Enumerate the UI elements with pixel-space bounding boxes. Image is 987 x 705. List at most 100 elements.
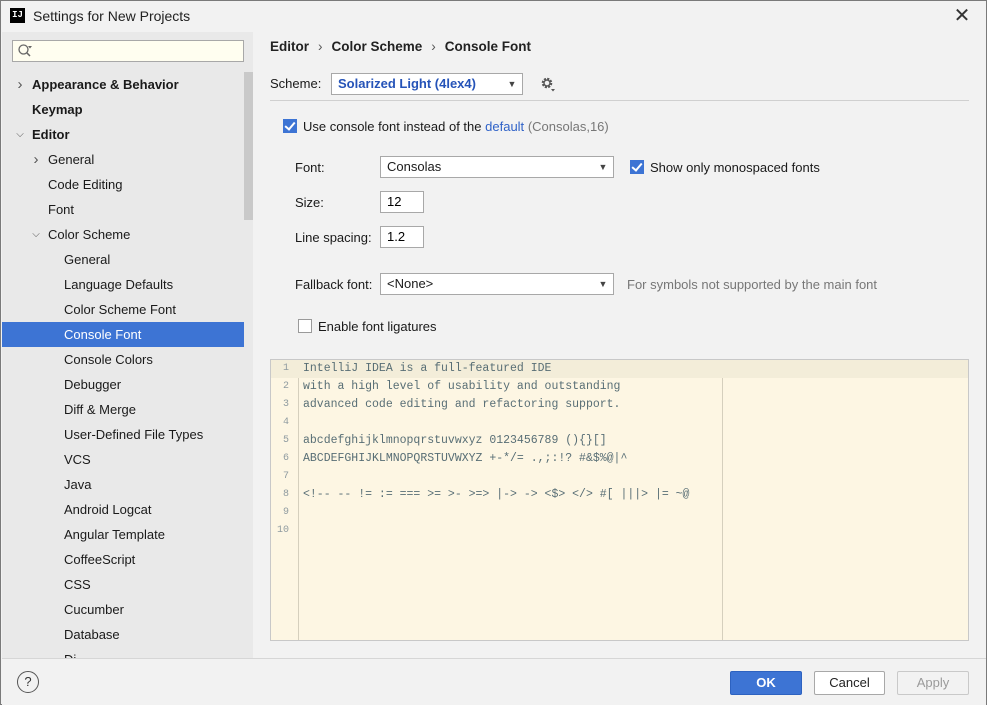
sidebar-item-label: Code Editing xyxy=(48,177,123,192)
use-console-font-checkbox[interactable] xyxy=(283,119,297,133)
sidebar-item[interactable]: Keymap xyxy=(2,97,244,122)
sidebar-item-label: Java xyxy=(64,477,92,492)
line-number: 2 xyxy=(282,381,289,392)
sidebar-item[interactable]: Code Editing xyxy=(2,172,244,197)
settings-content: Editor › Color Scheme › Console Font Scheme:… xyxy=(254,32,987,658)
sidebar-item-label: Di... xyxy=(64,647,87,658)
line-spacing-input[interactable] xyxy=(387,229,421,244)
sidebar-item[interactable]: ⌵ Color Scheme xyxy=(2,222,244,247)
breadcrumb-item: Editor xyxy=(270,39,309,54)
close-icon[interactable]: ✕ xyxy=(948,4,976,28)
line-number: 4 xyxy=(282,417,289,428)
chevron-right-icon[interactable]: › xyxy=(15,72,25,97)
monospaced-label: Show only monospaced fonts xyxy=(650,160,820,175)
fallback-font-dropdown[interactable]: <None> ▼ xyxy=(380,273,614,295)
sidebar-item[interactable]: VCS xyxy=(2,447,244,472)
sidebar-item-label: Database xyxy=(64,627,120,642)
default-font-link[interactable]: default xyxy=(485,119,524,134)
breadcrumb-item: Color Scheme xyxy=(331,39,423,54)
size-label: Size: xyxy=(295,195,324,210)
sidebar-item[interactable]: Console Colors xyxy=(2,347,244,372)
size-input[interactable] xyxy=(387,194,421,209)
sidebar-item-label: General xyxy=(64,252,111,267)
sidebar-item[interactable]: Database xyxy=(2,622,244,647)
sidebar-item[interactable]: General xyxy=(2,247,244,272)
sidebar-item[interactable]: CoffeeScript xyxy=(2,547,244,572)
preview-line: 5 abcdefghijklmnopqrstuvwxyz 0123456789 (… xyxy=(271,432,968,450)
sidebar-item-label: CSS xyxy=(64,577,91,592)
preview-code: IntelliJ IDEA is a full-featured IDE xyxy=(303,362,552,375)
sidebar-item-label: Editor xyxy=(32,127,70,142)
sidebar-scrollbar-thumb[interactable] xyxy=(244,72,253,220)
line-number: 10 xyxy=(276,525,289,536)
line-number: 1 xyxy=(282,363,289,374)
chevron-down-icon[interactable]: ⌵ xyxy=(31,222,41,247)
preview-line: 6 ABCDEFGHIJKLMNOPQRSTUVWXYZ +-*/= .,;:!?… xyxy=(271,450,968,468)
sidebar-item[interactable]: Font xyxy=(2,197,244,222)
sidebar-item[interactable]: CSS xyxy=(2,572,244,597)
cancel-button[interactable]: Cancel xyxy=(814,671,885,695)
scheme-dropdown[interactable]: Solarized Light (4lex4) ▼ xyxy=(331,73,523,95)
preview-line: 2 with a high level of usability and outs… xyxy=(271,378,968,396)
preview-code: with a high level of usability and outst… xyxy=(303,380,621,393)
breadcrumb-separator: › xyxy=(431,39,436,54)
sidebar-item[interactable]: Android Logcat xyxy=(2,497,244,522)
line-spacing-label: Line spacing: xyxy=(295,230,372,245)
default-font-value: (Consolas,16) xyxy=(527,119,609,134)
window-title: Settings for New Projects xyxy=(33,8,191,24)
monospaced-checkbox[interactable] xyxy=(630,160,644,174)
sidebar-item-label: Debugger xyxy=(64,377,122,392)
preview-line: 3 advanced code editing and refactoring s… xyxy=(271,396,968,414)
breadcrumb: Editor › Color Scheme › Console Font xyxy=(270,39,531,54)
sidebar-item-label: CoffeeScript xyxy=(64,552,136,567)
preview-code: ABCDEFGHIJKLMNOPQRSTUVWXYZ +-*/= .,;:!? … xyxy=(303,452,628,465)
size-field[interactable] xyxy=(380,191,424,213)
settings-window: IJ Settings for New Projects ✕ › Appearan… xyxy=(0,0,987,705)
font-dropdown[interactable]: Consolas ▼ xyxy=(380,156,614,178)
ok-button[interactable]: OK xyxy=(730,671,802,695)
sidebar-item[interactable]: User-Defined File Types xyxy=(2,422,244,447)
chevron-down-icon: ▼ xyxy=(507,79,517,89)
sidebar-item-label: Angular Template xyxy=(64,527,165,542)
sidebar-item[interactable]: › General xyxy=(2,147,244,172)
preview-line: 7 xyxy=(271,468,968,486)
line-number: 3 xyxy=(282,399,289,410)
sidebar-item[interactable]: ⌵ Editor xyxy=(2,122,244,147)
line-number: 5 xyxy=(282,435,289,446)
fallback-font-value: <None> xyxy=(387,276,434,291)
line-number: 6 xyxy=(282,453,289,464)
sidebar-item[interactable]: › Appearance & Behavior xyxy=(2,72,244,97)
preview-line: 9 xyxy=(271,504,968,522)
sidebar-item[interactable]: Console Font xyxy=(2,322,244,347)
sidebar-item-label: Android Logcat xyxy=(64,502,152,517)
sidebar-item-label: User-Defined File Types xyxy=(64,427,204,442)
help-button[interactable]: ? xyxy=(17,671,39,693)
font-preview-editor[interactable]: 1 IntelliJ IDEA is a full-featured IDE 2 wi… xyxy=(270,359,969,641)
sidebar-item[interactable]: Cucumber xyxy=(2,597,244,622)
gear-icon[interactable] xyxy=(540,76,556,92)
sidebar-item-label: Console Colors xyxy=(64,352,153,367)
chevron-right-icon[interactable]: › xyxy=(31,147,41,172)
sidebar-item[interactable]: Angular Template xyxy=(2,522,244,547)
sidebar-item[interactable]: Diff & Merge xyxy=(2,397,244,422)
ligatures-checkbox[interactable] xyxy=(298,319,312,333)
font-label: Font: xyxy=(295,160,325,175)
sidebar-item[interactable]: Debugger xyxy=(2,372,244,397)
intellij-app-icon: IJ xyxy=(10,8,25,23)
sidebar-item[interactable]: Language Defaults xyxy=(2,272,244,297)
fallback-font-label: Fallback font: xyxy=(295,277,373,292)
chevron-down-icon[interactable]: ⌵ xyxy=(15,122,25,147)
search-input[interactable] xyxy=(37,43,237,59)
sidebar-item[interactable]: Color Scheme Font xyxy=(2,297,244,322)
apply-button[interactable]: Apply xyxy=(897,671,969,695)
scheme-value: Solarized Light (4lex4) xyxy=(338,76,476,91)
chevron-down-icon: ▼ xyxy=(598,279,608,289)
search-icon xyxy=(18,44,32,57)
settings-tree: › Appearance & Behavior Keymap ⌵ Editor › Gene… xyxy=(2,72,244,658)
use-console-font-text: Use console font instead of the xyxy=(303,119,482,134)
line-spacing-field[interactable] xyxy=(380,226,424,248)
settings-search-box[interactable] xyxy=(12,40,244,62)
sidebar-item[interactable]: Java xyxy=(2,472,244,497)
sidebar-item[interactable]: Di... xyxy=(2,647,244,658)
preview-code: advanced code editing and refactoring su… xyxy=(303,398,621,411)
